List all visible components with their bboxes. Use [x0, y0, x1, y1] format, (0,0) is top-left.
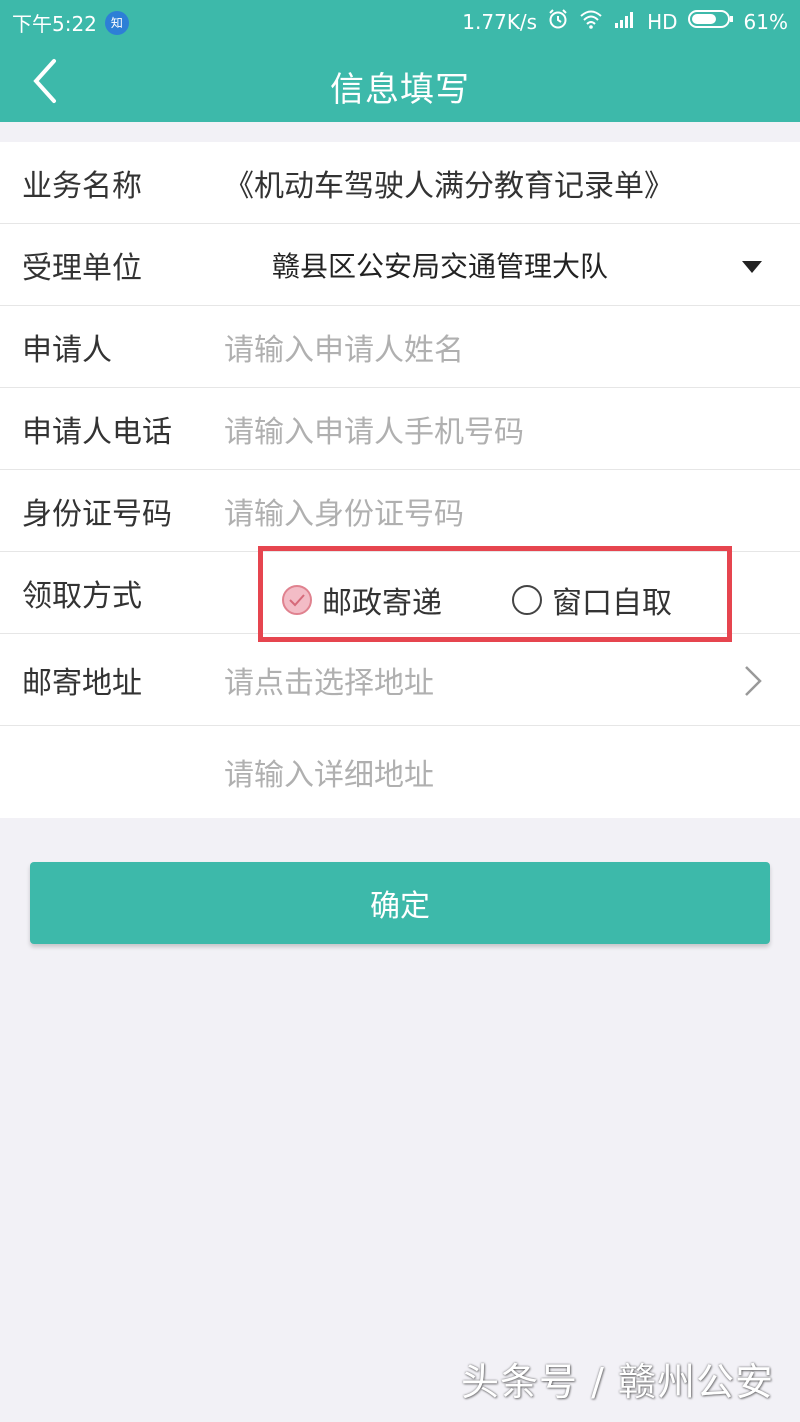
radio-post-delivery[interactable]: 邮政寄递: [282, 578, 442, 622]
radio-unchecked-icon[interactable]: [512, 585, 542, 615]
confirm-button[interactable]: 确定: [30, 862, 770, 944]
address-select[interactable]: 请点击选择地址: [224, 634, 434, 725]
row-phone: 申请人电话 请输入申请人手机号码: [0, 388, 800, 470]
phone-input[interactable]: 请输入申请人手机号码: [224, 388, 524, 469]
battery-icon: [687, 9, 734, 34]
caret-down-icon[interactable]: [742, 261, 762, 273]
signal-icon: [613, 9, 637, 34]
wifi-icon: [579, 9, 603, 34]
page-title: 信息填写: [330, 70, 470, 110]
pickup-label: 领取方式: [22, 578, 142, 614]
address-label: 邮寄地址: [22, 665, 142, 701]
id-number-input[interactable]: 请输入身份证号码: [224, 470, 464, 551]
radio-checked-icon[interactable]: [282, 585, 312, 615]
app-header: 信息填写: [0, 42, 800, 122]
alarm-icon: [547, 8, 569, 35]
service-name-label: 业务名称: [22, 168, 142, 204]
row-address[interactable]: 邮寄地址 请点击选择地址: [0, 634, 800, 726]
row-id-number: 身份证号码 请输入身份证号码: [0, 470, 800, 552]
watermark: 头条号 / 赣州公安: [461, 1360, 774, 1404]
row-applicant: 申请人 请输入申请人姓名: [0, 306, 800, 388]
id-number-label: 身份证号码: [22, 496, 172, 532]
office-label: 受理单位: [22, 250, 142, 286]
status-bar: 下午5:22 知 1.77K/s HD 61%: [0, 0, 800, 42]
radio-post-delivery-label: 邮政寄递: [322, 586, 442, 621]
service-name-value: 《机动车驾驶人满分教育记录单》: [224, 168, 674, 204]
detail-address-input[interactable]: 请输入详细地址: [224, 726, 434, 818]
status-bar-left: 下午5:22 知: [12, 8, 129, 37]
applicant-name-input[interactable]: 请输入申请人姓名: [224, 306, 464, 387]
row-service-name: 业务名称 《机动车驾驶人满分教育记录单》: [0, 142, 800, 224]
row-detail-address: 请输入详细地址: [0, 726, 800, 818]
status-bar-right: 1.77K/s HD 61%: [462, 8, 788, 35]
notification-badge-icon: 知: [104, 10, 129, 35]
status-time: 下午5:22: [12, 12, 97, 36]
info-form: 业务名称 《机动车驾驶人满分教育记录单》 受理单位 赣县区公安局交通管理大队 申…: [0, 142, 800, 818]
radio-window-pickup-label: 窗口自取: [552, 586, 672, 621]
network-speed: 1.77K/s: [462, 9, 538, 34]
radio-window-pickup[interactable]: 窗口自取: [512, 578, 672, 622]
chevron-right-icon[interactable]: [742, 664, 764, 698]
office-select[interactable]: 赣县区公安局交通管理大队: [272, 224, 608, 305]
battery-level: 61%: [743, 9, 788, 34]
network-type: HD: [647, 9, 678, 34]
row-office[interactable]: 受理单位 赣县区公安局交通管理大队: [0, 224, 800, 306]
applicant-label: 申请人: [22, 332, 112, 368]
phone-label: 申请人电话: [22, 414, 172, 450]
